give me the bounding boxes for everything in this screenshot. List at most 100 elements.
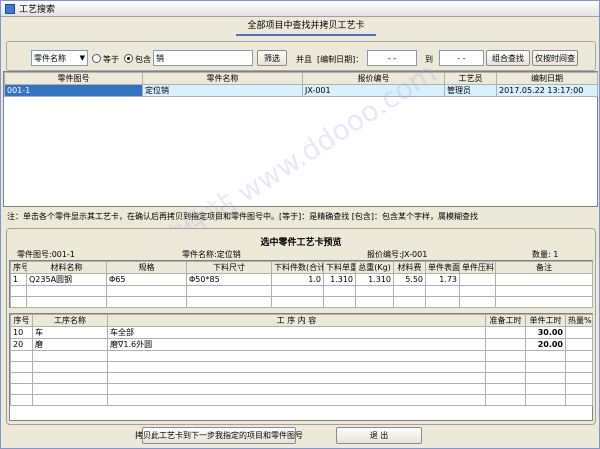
copy-card-button[interactable]: 拷贝此工艺卡到下一步我指定的项目和零件图号 xyxy=(135,427,303,444)
empty-cell xyxy=(32,350,108,362)
table-cell: 10 xyxy=(10,326,33,339)
column-header: 工序名称 xyxy=(32,314,108,327)
table-cell xyxy=(495,273,593,286)
hint-note: 注：单击各个零件显示其工艺卡，在确认后再拷贝到指定项目和零件图号中。[等于]：是… xyxy=(7,212,479,221)
preview-panel: 选中零件工艺卡预览 零件图号:001-1 零件名称:定位销 报价编号:JX-00… xyxy=(6,228,596,425)
empty-cell xyxy=(459,285,496,297)
radio-contains[interactable] xyxy=(124,54,133,63)
radio-equal-label: 等于 xyxy=(103,55,119,64)
empty-cell xyxy=(32,372,108,384)
table-cell: 1.310 xyxy=(323,273,356,286)
column-header: 下料尺寸 xyxy=(186,261,272,274)
page-headline: 全部项目中查找并拷贝工艺卡 xyxy=(247,21,365,31)
empty-row xyxy=(10,394,593,406)
empty-cell xyxy=(525,394,566,406)
column-header: 工 序 内 容 xyxy=(107,314,486,327)
table-cell: 001-1 xyxy=(4,84,143,97)
table-row[interactable]: 1 Q235A圆钢 Φ65 Φ50*85 1.0 1.310 1.310 5.50 1.73 xyxy=(10,273,593,286)
field-select-value: 零件名称 xyxy=(34,53,66,63)
empty-cell xyxy=(525,372,566,384)
window-title: 工艺搜索 xyxy=(19,5,56,15)
field-select[interactable]: 零件名称 ▼ xyxy=(31,50,88,66)
empty-cell xyxy=(459,296,496,308)
radio-contains-label: 包含 xyxy=(135,55,151,64)
part-name: 零件名称:定位销 xyxy=(182,250,241,259)
empty-cell xyxy=(10,394,33,406)
column-header: 编制日期 xyxy=(496,72,598,85)
empty-cell xyxy=(10,285,27,297)
empty-cell xyxy=(10,350,33,362)
column-header: 材料名称 xyxy=(26,261,107,274)
empty-cell xyxy=(525,361,566,373)
empty-cell xyxy=(425,296,460,308)
exit-button[interactable]: 退 出 xyxy=(336,427,422,444)
date-label: [编制日期]： xyxy=(317,55,364,64)
table-cell: 20.00 xyxy=(525,338,566,351)
table-cell: Q235A圆钢 xyxy=(26,273,107,286)
date-to-input[interactable]: - - xyxy=(439,50,484,66)
filter-button[interactable]: 筛选 xyxy=(257,50,287,66)
radio-equal[interactable] xyxy=(92,54,101,63)
empty-cell xyxy=(186,285,272,297)
empty-cell xyxy=(32,361,108,373)
empty-cell xyxy=(32,394,108,406)
table-row[interactable]: 10 车车全部 30.00 xyxy=(10,326,593,339)
empty-cell xyxy=(495,296,593,308)
chevron-down-icon: ▼ xyxy=(79,54,85,62)
empty-cell xyxy=(355,285,394,297)
empty-cell xyxy=(355,296,394,308)
empty-cell xyxy=(106,296,187,308)
empty-cell xyxy=(107,394,486,406)
empty-cell xyxy=(107,361,486,373)
empty-row xyxy=(10,372,593,384)
empty-row xyxy=(10,383,593,395)
empty-cell xyxy=(106,285,187,297)
column-header: 下料单重 xyxy=(323,261,356,274)
table-cell: 车全部 xyxy=(107,326,486,339)
empty-cell xyxy=(26,285,107,297)
process-grid[interactable]: 序号 工序名称工 序 内 容准备工时 单件工时 热量% 10 车车全部 30.00 20 磨磨… xyxy=(9,313,593,421)
column-header: 准备工时 xyxy=(485,314,526,327)
empty-cell xyxy=(565,361,593,373)
empty-cell xyxy=(10,383,33,395)
empty-cell xyxy=(485,350,526,362)
table-cell xyxy=(565,338,593,351)
column-header: 单件工时 xyxy=(525,314,566,327)
column-header: 报价编号 xyxy=(302,72,445,85)
app-icon xyxy=(5,3,15,14)
empty-cell xyxy=(485,394,526,406)
empty-cell xyxy=(565,394,593,406)
empty-cell xyxy=(393,296,426,308)
empty-cell xyxy=(10,296,27,308)
table-cell: 1.0 xyxy=(271,273,324,286)
table-cell xyxy=(565,326,593,339)
empty-cell xyxy=(10,361,33,373)
empty-cell xyxy=(485,372,526,384)
material-grid[interactable]: 序号材料名称规格下料尺寸下料件数(合计)下料单重总重(Kg)材料费单件表面积单件… xyxy=(9,260,593,308)
table-row[interactable]: 20 磨磨∇1.6外圆 20.00 xyxy=(10,338,593,351)
results-grid[interactable]: 零件图号 零件名称 报价编号 工艺员 编制日期 001-1 定位销 JX-001 管理员 201… xyxy=(3,56,598,290)
empty-cell xyxy=(107,383,486,395)
date-from-input[interactable]: - - xyxy=(367,50,417,66)
empty-cell xyxy=(107,372,486,384)
part-number: 零件图号:001-1 xyxy=(17,250,75,259)
empty-cell xyxy=(323,296,356,308)
column-header: 序号 xyxy=(10,261,27,274)
empty-cell xyxy=(393,285,426,297)
table-cell xyxy=(485,326,526,339)
empty-cell xyxy=(565,383,593,395)
time-search-button[interactable]: 仅按时间查 xyxy=(532,50,578,66)
empty-cell xyxy=(565,372,593,384)
empty-cell xyxy=(495,285,593,297)
table-cell: 1.310 xyxy=(355,273,394,286)
table-row[interactable]: 001-1 定位销 JX-001 管理员 2017.05.22 13:17:00 xyxy=(4,84,598,97)
keyword-input[interactable]: 销 xyxy=(153,50,253,66)
search-panel: 零件名称 ▼ 等于 包含 销 筛选 并且 [编制日期]： - - 到 - - 组… xyxy=(6,41,596,71)
combo-search-button[interactable]: 组合查找 xyxy=(486,50,530,66)
table-cell: 2017.05.22 13:17:00 xyxy=(496,84,598,97)
table-cell: 1 xyxy=(10,273,27,286)
column-header: 规格 xyxy=(106,261,187,274)
empty-cell xyxy=(26,296,107,308)
empty-row xyxy=(10,296,593,308)
table-cell: 20 xyxy=(10,338,33,351)
